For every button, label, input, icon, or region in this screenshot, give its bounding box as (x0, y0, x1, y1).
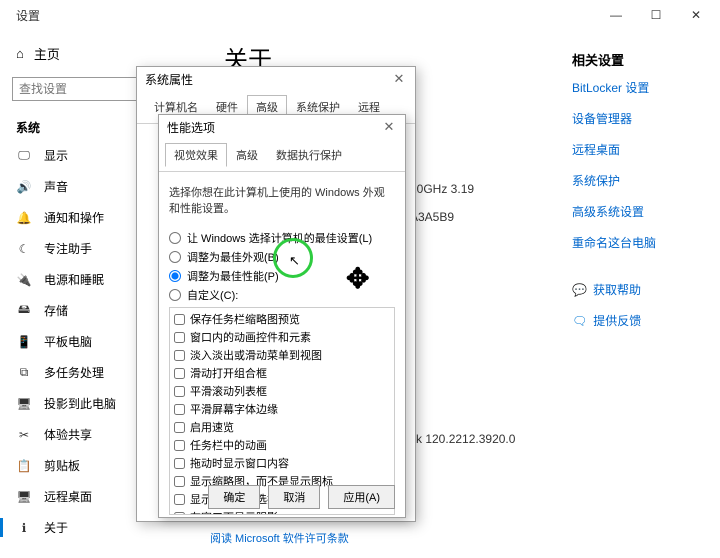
check-0[interactable]: 保存任务栏缩略图预览 (174, 310, 390, 328)
nav-icon: 📋 (16, 458, 32, 474)
maximize-button[interactable]: ☐ (636, 1, 676, 29)
nav-label: 显示 (44, 147, 68, 164)
feedback-link[interactable]: 🗨提供反馈 (572, 312, 692, 329)
performance-options-dialog: 性能选项 ✕ 视觉效果高级数据执行保护 选择你想在此计算机上使用的 Window… (158, 114, 406, 518)
license-link[interactable]: 阅读 Microsoft 软件许可条款 (210, 530, 349, 546)
check-8[interactable]: 拖动时显示窗口内容 (174, 454, 390, 472)
related-link-3[interactable]: 系统保护 (572, 172, 692, 189)
related-link-0[interactable]: BitLocker 设置 (572, 79, 692, 96)
dlg2-tab-1[interactable]: 高级 (227, 143, 267, 167)
nav-label: 通知和操作 (44, 209, 104, 226)
check-3[interactable]: 滑动打开组合框 (174, 364, 390, 382)
check-7[interactable]: 任务栏中的动画 (174, 436, 390, 454)
cursor-icon: ↖ (289, 253, 300, 269)
check-2[interactable]: 淡入淡出或滑动菜单到视图 (174, 346, 390, 364)
help-icon: 💬 (572, 283, 587, 297)
nav-label: 存储 (44, 302, 68, 319)
nav-label: 平板电脑 (44, 333, 92, 350)
check-4[interactable]: 平滑滚动列表框 (174, 382, 390, 400)
home-label: 主页 (34, 44, 60, 63)
home-icon: ⌂ (16, 46, 24, 61)
dlg2-tab-0[interactable]: 视觉效果 (165, 143, 227, 167)
ok-button[interactable]: 确定 (208, 485, 260, 509)
window-title: 设置 (16, 7, 40, 24)
check-5[interactable]: 平滑屏幕字体边缘 (174, 400, 390, 418)
dialog1-close-icon[interactable]: ✕ (391, 71, 407, 87)
minimize-button[interactable]: — (596, 1, 636, 29)
move-icon: ✥ (346, 262, 369, 295)
cpu-info-fragment: 20GHz 3.19 (410, 182, 474, 196)
nav-icon: ✂ (16, 427, 32, 443)
nav-label: 电源和睡眠 (44, 271, 104, 288)
related-link-5[interactable]: 重命名这台电脑 (572, 234, 692, 251)
nav-label: 投影到此电脑 (44, 395, 116, 412)
related-link-1[interactable]: 设备管理器 (572, 110, 692, 127)
check-1[interactable]: 窗口内的动画控件和元素 (174, 328, 390, 346)
dialog2-close-icon[interactable]: ✕ (381, 119, 397, 135)
nav-label: 体验共享 (44, 426, 92, 443)
dialog2-description: 选择你想在此计算机上使用的 Windows 外观和性能设置。 (169, 184, 395, 216)
nav-icon: 📱 (16, 334, 32, 350)
related-link-4[interactable]: 高级系统设置 (572, 203, 692, 220)
nav-icon: 🔔 (16, 210, 32, 226)
related-header: 相关设置 (572, 50, 692, 69)
id-fragment: A3A5B9 (410, 210, 454, 224)
get-help-link[interactable]: 💬获取帮助 (572, 281, 692, 298)
cancel-button[interactable]: 取消 (268, 485, 320, 509)
nav-icon: ☾ (16, 241, 32, 257)
dialog1-title: 系统属性 (145, 71, 193, 88)
apply-button[interactable]: 应用(A) (328, 485, 395, 509)
nav-label: 关于 (44, 519, 68, 536)
nav-label: 多任务处理 (44, 364, 104, 381)
nav-icon: 🖥 (16, 489, 32, 505)
related-link-2[interactable]: 远程桌面 (572, 141, 692, 158)
close-button[interactable]: ✕ (676, 1, 716, 29)
nav-label: 远程桌面 (44, 488, 92, 505)
nav-icon: 🖥 (16, 396, 32, 412)
check-6[interactable]: 启用速览 (174, 418, 390, 436)
dlg2-tab-2[interactable]: 数据执行保护 (267, 143, 351, 167)
nav-label: 剪贴板 (44, 457, 80, 474)
nav-icon: ⧉ (16, 365, 32, 381)
feedback-icon: 🗨 (572, 314, 587, 328)
nav-icon: 🔊 (16, 179, 32, 195)
related-settings: 相关设置 BitLocker 设置设备管理器远程桌面系统保护高级系统设置重命名这… (572, 50, 692, 343)
nav-icon: 🖴 (16, 303, 32, 319)
nav-icon: 🔌 (16, 272, 32, 288)
nav-icon: 🖵 (16, 148, 32, 164)
nav-icon: ℹ (16, 520, 32, 536)
dialog2-title: 性能选项 (167, 119, 215, 136)
nav-label: 声音 (44, 178, 68, 195)
nav-label: 专注助手 (44, 240, 92, 257)
home-button[interactable]: ⌂ 主页 (0, 38, 200, 69)
version-fragment: ck 120.2212.3920.0 (410, 432, 515, 446)
